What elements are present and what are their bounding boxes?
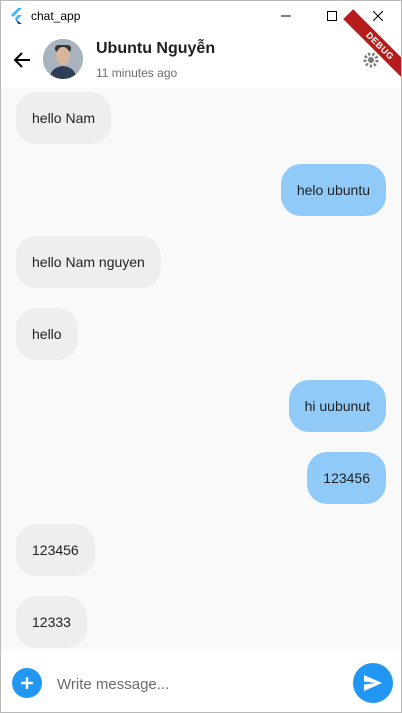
plus-icon — [21, 677, 33, 689]
close-icon — [373, 11, 383, 21]
send-button[interactable] — [353, 663, 393, 703]
message-input[interactable] — [57, 674, 337, 694]
last-seen-status: 11 minutes ago — [96, 66, 178, 80]
title-bar[interactable]: chat_app — [1, 1, 401, 31]
avatar[interactable] — [43, 39, 83, 79]
chat-header: Ubuntu Nguyễn 11 minutes ago DEBUG — [1, 9, 401, 88]
maximize-icon — [327, 11, 337, 21]
message-bubble-incoming: 12333 — [16, 596, 87, 648]
message-bubble-incoming: hello Nam — [16, 92, 112, 144]
message-composer — [1, 651, 401, 712]
app-window: chat_app Ubuntu Nguyễn 11 minutes ago DE… — [0, 0, 402, 713]
message-bubble-incoming: hello Nam nguyen — [16, 236, 161, 288]
arrow-back-icon — [13, 52, 30, 68]
add-attachment-button[interactable] — [12, 668, 42, 698]
window-controls — [263, 1, 401, 31]
minimize-icon — [281, 15, 291, 17]
message-list[interactable]: hello Nam helo ubuntu hello Nam nguyen h… — [1, 88, 401, 651]
minimize-button[interactable] — [263, 1, 309, 31]
message-bubble-outgoing: 123456 — [307, 452, 386, 504]
window-title: chat_app — [31, 9, 81, 23]
contact-name: Ubuntu Nguyễn — [96, 40, 216, 57]
send-icon — [364, 675, 382, 691]
message-bubble-incoming: 123456 — [16, 524, 95, 576]
back-button[interactable] — [7, 45, 37, 75]
flutter-logo-icon — [11, 8, 22, 24]
user-photo-icon — [43, 39, 83, 79]
message-bubble-incoming: hello — [16, 308, 78, 360]
message-bubble-outgoing: hi uubunut — [288, 380, 386, 432]
message-bubble-outgoing: helo ubuntu — [280, 164, 386, 216]
